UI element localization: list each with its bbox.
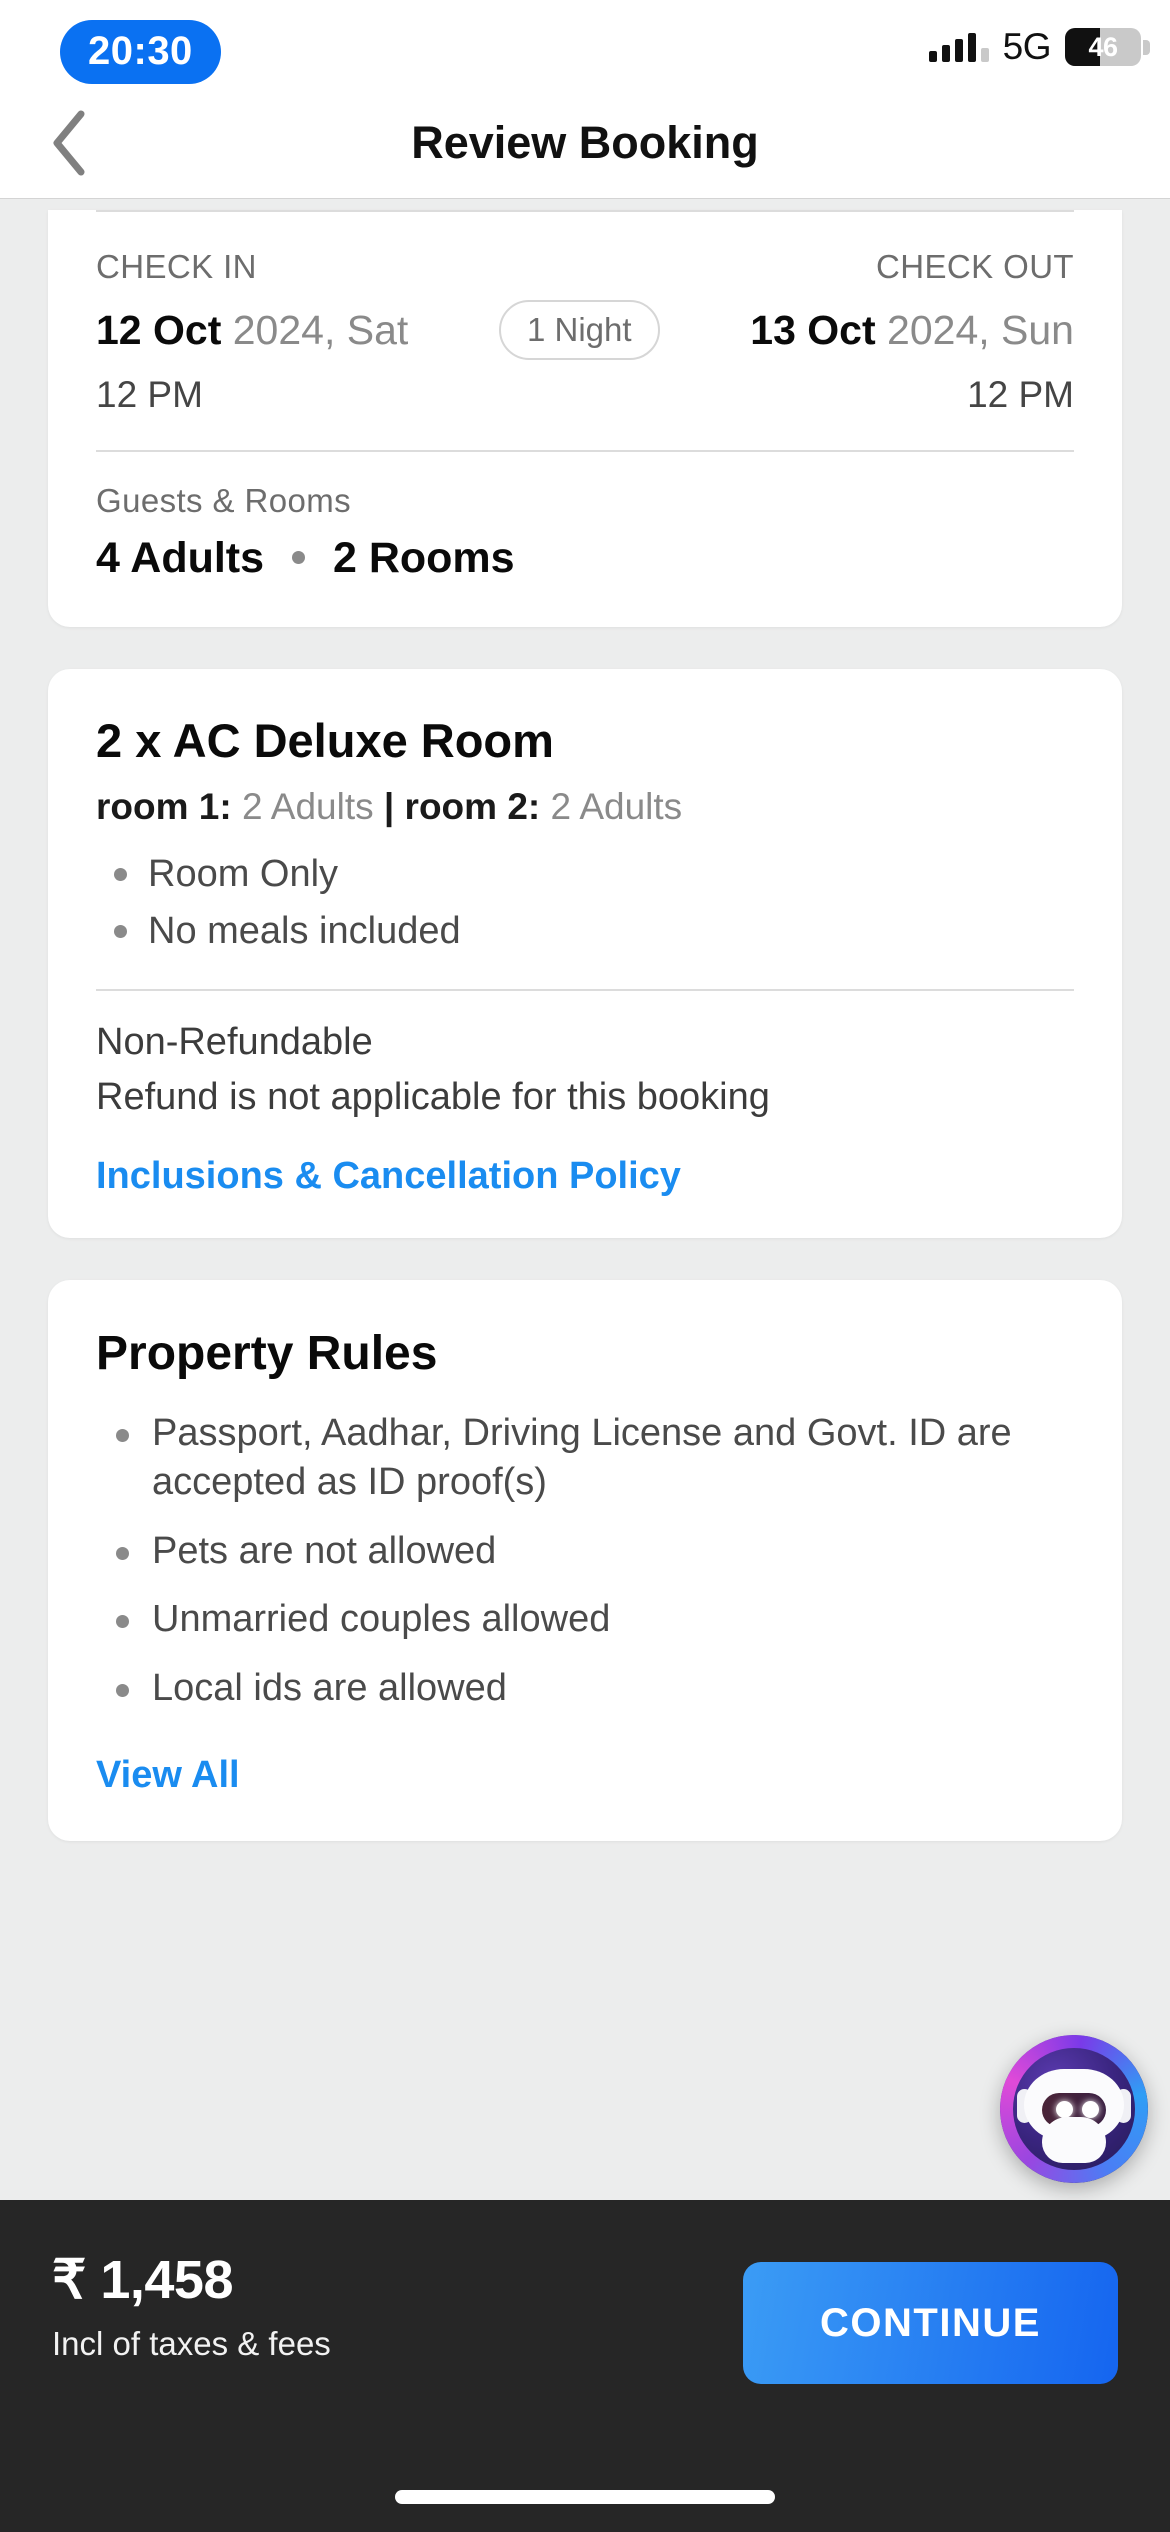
- network-type-label: 5G: [1002, 26, 1052, 67]
- battery-level-label: 46: [1088, 31, 1118, 62]
- signal-bars-icon: [928, 32, 989, 62]
- list-item: Unmarried couples allowed: [96, 1595, 1074, 1644]
- guests-rooms-row: Guests & Rooms 4 Adults 2 Rooms: [96, 452, 1074, 627]
- bottom-action-bar: ₹ 1,458 Incl of taxes & fees CONTINUE: [0, 2200, 1170, 2532]
- inclusions-cancellation-policy-link[interactable]: Inclusions & Cancellation Policy: [96, 1155, 681, 1198]
- nav-bar: Review Booking: [0, 88, 1170, 198]
- property-rules-list: Passport, Aadhar, Driving License and Go…: [96, 1409, 1074, 1712]
- check-in-date-year: 2024, Sat: [232, 306, 409, 353]
- page-title: Review Booking: [411, 117, 759, 168]
- guests-rooms-value: 4 Adults 2 Rooms: [96, 534, 1074, 583]
- room1-label: room 1:: [96, 786, 232, 827]
- battery-cap-icon: [1143, 39, 1150, 55]
- guests-rooms-label: Guests & Rooms: [96, 482, 352, 519]
- total-price: ₹ 1,458: [52, 2250, 233, 2310]
- bullet-separator-icon: [292, 551, 305, 565]
- room1-value: 2 Adults: [231, 786, 384, 827]
- chatbot-body: [1042, 2117, 1106, 2163]
- check-in-date: 12 Oct 2024, Sat: [96, 307, 408, 354]
- room-title: 2 x AC Deluxe Room: [96, 714, 554, 767]
- check-out-date: 13 Oct 2024, Sun: [750, 307, 1074, 354]
- chatbot-eye-left: [1056, 2101, 1073, 2118]
- continue-button[interactable]: CONTINUE: [743, 2262, 1118, 2384]
- view-all-rules-link[interactable]: View All: [96, 1754, 240, 1797]
- check-out-date-year: 2024, Sun: [887, 306, 1074, 353]
- status-bar: 20:30 5G 46: [0, 0, 1170, 88]
- check-out-time: 12 PM: [967, 374, 1074, 415]
- refund-title: Non-Refundable: [96, 1021, 373, 1064]
- chatbot-eye-right: [1082, 2101, 1099, 2118]
- list-item: Local ids are allowed: [96, 1664, 1074, 1713]
- room-occupancy: room 1: 2 Adults | room 2: 2 Adults: [96, 786, 1074, 828]
- price-summary: ₹ 1,458 Incl of taxes & fees: [52, 2248, 331, 2363]
- status-bar-time-recording-pill: 20:30: [60, 20, 221, 84]
- list-item: Pets are not allowed: [96, 1527, 1074, 1576]
- rooms-count: 2 Rooms: [332, 534, 515, 582]
- status-bar-indicators: 5G 46: [928, 26, 1150, 68]
- stay-details-card: CHECK IN CHECK OUT 12 Oct 2024, Sat 1 Ni…: [48, 210, 1122, 627]
- refund-subtitle: Refund is not applicable for this bookin…: [96, 1076, 770, 1119]
- adults-count: 4 Adults: [96, 534, 265, 582]
- room-inclusions-list: Room Only No meals included: [96, 850, 1074, 955]
- room2-label: room 2:: [404, 786, 541, 827]
- check-out-date-day: 13 Oct: [750, 306, 876, 353]
- list-item: Passport, Aadhar, Driving License and Go…: [96, 1409, 1074, 1506]
- battery-icon: 46: [1065, 28, 1141, 66]
- price-subtitle: Incl of taxes & fees: [52, 2325, 331, 2362]
- property-rules-title: Property Rules: [96, 1327, 438, 1381]
- property-rules-card: Property Rules Passport, Aadhar, Driving…: [48, 1280, 1122, 1842]
- occupancy-separator: |: [383, 786, 405, 827]
- check-in-date-day: 12 Oct: [96, 306, 222, 353]
- nights-badge: 1 Night: [499, 300, 660, 360]
- check-in-time: 12 PM: [96, 374, 203, 415]
- home-indicator[interactable]: [395, 2490, 775, 2504]
- app-screen: 20:30 5G 46 Review Booking CHECK IN CHEC…: [0, 0, 1170, 2532]
- scroll-content[interactable]: CHECK IN CHECK OUT 12 Oct 2024, Sat 1 Ni…: [0, 198, 1170, 2200]
- list-item: Room Only: [96, 850, 1074, 899]
- room-divider: [96, 989, 1074, 992]
- list-item: No meals included: [96, 907, 1074, 956]
- check-in-label: CHECK IN: [96, 248, 257, 285]
- check-out-label: CHECK OUT: [876, 248, 1074, 285]
- room-details-card: 2 x AC Deluxe Room room 1: 2 Adults | ro…: [48, 669, 1122, 1239]
- room2-value: 2 Adults: [540, 786, 683, 827]
- chatbot-robot-icon[interactable]: [1000, 2035, 1148, 2183]
